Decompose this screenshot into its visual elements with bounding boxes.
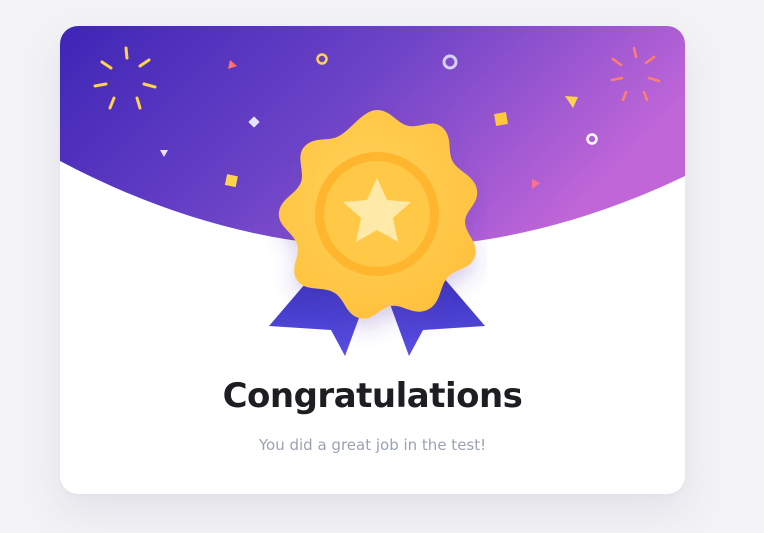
congratulations-card: Congratulations You did a great job in t…: [60, 26, 685, 494]
congratulations-title: Congratulations: [222, 376, 523, 416]
success-message: You did a great job in the test!: [258, 436, 487, 454]
medal-star-icon: [269, 110, 485, 356]
confetti-square-icon: [224, 174, 238, 188]
confetti-square-icon: [494, 112, 508, 126]
page-background: Congratulations You did a great job in t…: [0, 0, 764, 533]
